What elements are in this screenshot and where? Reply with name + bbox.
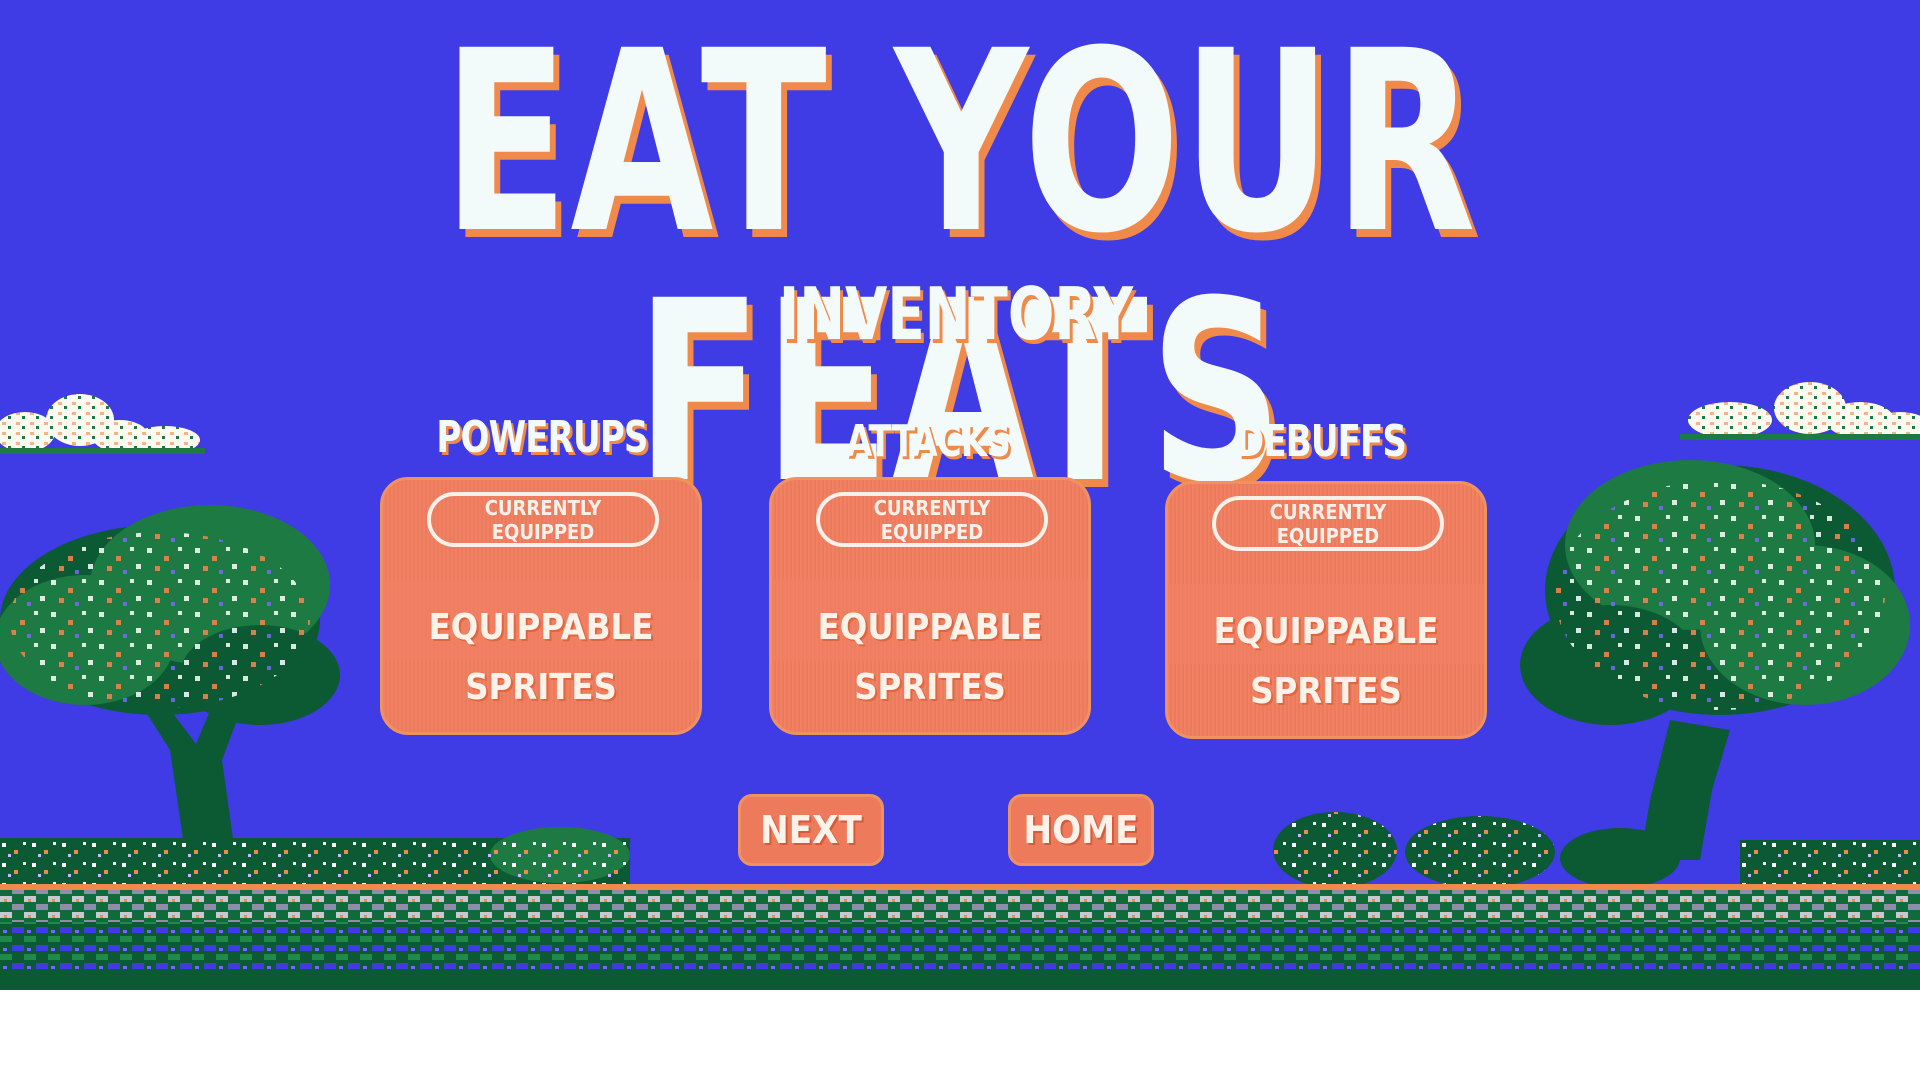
home-button[interactable]: Home bbox=[1008, 794, 1154, 866]
attacks-equippable-sprites[interactable]: Equippable Sprites bbox=[772, 598, 1088, 718]
powerups-panel: Currently Equipped Equippable Sprites bbox=[380, 477, 702, 735]
tree-left bbox=[0, 505, 340, 860]
attacks-heading: Attacks bbox=[845, 416, 1011, 467]
powerups-equippable-sprites[interactable]: Equippable Sprites bbox=[383, 598, 699, 718]
debuffs-currently-equipped-button[interactable]: Currently Equipped bbox=[1212, 496, 1444, 551]
next-button[interactable]: Next bbox=[738, 794, 884, 866]
bushes bbox=[0, 812, 1920, 888]
powerups-currently-equipped-button[interactable]: Currently Equipped bbox=[427, 492, 659, 547]
cloud-left bbox=[0, 394, 205, 454]
debuffs-heading: Debuffs bbox=[1235, 416, 1407, 467]
game-scene: Eat Your Feats Inventory Powerups Curren… bbox=[0, 0, 1920, 990]
debuffs-equippable-sprites[interactable]: Equippable Sprites bbox=[1168, 602, 1484, 722]
tree-right bbox=[1520, 460, 1910, 860]
page-title: Inventory bbox=[778, 272, 1134, 356]
debuffs-panel: Currently Equipped Equippable Sprites bbox=[1165, 481, 1487, 739]
attacks-currently-equipped-button[interactable]: Currently Equipped bbox=[816, 492, 1048, 547]
powerups-heading: Powerups bbox=[436, 412, 648, 463]
cloud-right bbox=[1680, 382, 1920, 440]
attacks-panel: Currently Equipped Equippable Sprites bbox=[769, 477, 1091, 735]
ground bbox=[0, 884, 1920, 990]
